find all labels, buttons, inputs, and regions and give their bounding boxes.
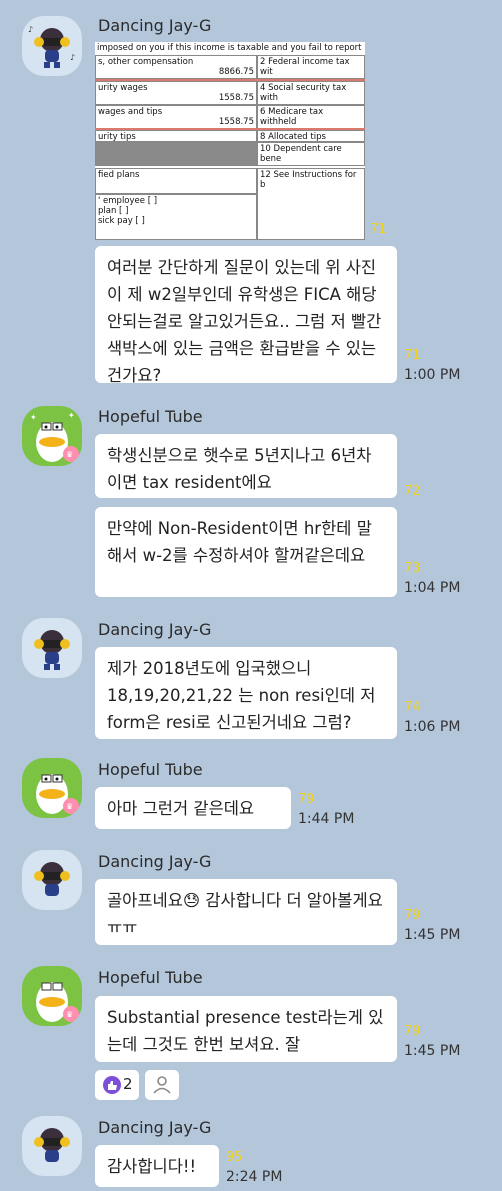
w2-box-8: 8 Allocated tips <box>257 130 365 142</box>
sender-name: Dancing Jay-G <box>98 852 212 871</box>
thumbs-up-icon <box>103 1076 121 1094</box>
w2-box-11: fied plans <box>95 168 257 194</box>
svg-text:✦: ✦ <box>68 411 75 420</box>
avatar-dancing-jay-g[interactable] <box>22 618 82 678</box>
sender-name: Hopeful Tube <box>98 407 203 426</box>
w2-box-3: urity wages 1558.75 <box>95 81 257 105</box>
dancing-character-icon <box>34 862 70 896</box>
box-value: 1558.75 <box>218 93 254 103</box>
w2-box-7: urity tips <box>95 130 257 142</box>
box-label: 2 Federal income tax wit <box>260 57 350 77</box>
avatar-dancing-jay-g[interactable]: ♪ ♪ <box>22 16 82 76</box>
dancing-character-icon <box>34 1128 70 1162</box>
sender-name: Hopeful Tube <box>98 760 203 779</box>
box-label: s, other compensation <box>98 57 194 67</box>
unread-count: 71 <box>370 222 387 237</box>
dancing-character-icon <box>34 630 70 670</box>
reaction-badge[interactable]: 2 <box>95 1070 139 1100</box>
box-value: 8866.75 <box>218 67 254 77</box>
svg-text:✦: ✦ <box>30 413 37 422</box>
svg-text:♛: ♛ <box>66 1010 73 1019</box>
message-time: 1:44 PM <box>298 811 355 827</box>
box-line: ' employee [ ] <box>98 196 158 206</box>
sender-name: Dancing Jay-G <box>98 620 212 639</box>
unread-count: 72 <box>404 484 421 499</box>
duck-character-icon: ♛ <box>36 982 79 1022</box>
photo-header: imposed on you if this income is taxable… <box>97 43 362 53</box>
message-bubble[interactable]: 골아프네요😓 감사합니다 더 알아볼게요 ㅠㅠ <box>95 879 397 945</box>
box-label: urity wages <box>98 83 148 93</box>
box-line: sick pay [ ] <box>98 216 145 226</box>
avatar-dancing-jay-g[interactable] <box>22 1116 82 1176</box>
unread-count: 79 <box>404 908 421 923</box>
duck-character-icon: ♛ <box>36 774 79 814</box>
sender-name: Dancing Jay-G <box>98 1118 212 1137</box>
w2-box-12: 12 See Instructions for b <box>257 168 365 240</box>
message-time: 1:00 PM <box>404 367 461 383</box>
svg-text:♛: ♛ <box>66 450 73 459</box>
message-bubble[interactable]: 제가 2018년도에 입국했으니 18,19,20,21,22 는 non re… <box>95 647 397 739</box>
sender-name: Hopeful Tube <box>98 968 203 987</box>
avatar-hopeful-tube[interactable]: ✦ ✦ ♛ <box>22 406 82 466</box>
avatar-dancing-jay-g[interactable] <box>22 850 82 910</box>
w2-photo[interactable]: imposed on you if this income is taxable… <box>95 42 365 240</box>
box-label: fied plans <box>98 170 140 180</box>
avatar-hopeful-tube[interactable]: ♛ <box>22 758 82 818</box>
unread-count: 74 <box>404 700 421 715</box>
unread-count: 73 <box>404 561 421 576</box>
unread-count: 79 <box>404 1024 421 1039</box>
w2-box-4: 4 Social security tax with <box>257 81 365 105</box>
message-bubble[interactable]: 학생신분으로 햇수로 5년지나고 6년차이면 tax resident에요 <box>95 434 397 498</box>
w2-box-9 <box>95 142 257 166</box>
w2-box-2: 2 Federal income tax wit <box>257 55 365 79</box>
box-label: 4 Social security tax with <box>260 83 347 103</box>
box-label: 12 See Instructions for b <box>260 170 357 190</box>
svg-text:♛: ♛ <box>66 802 73 811</box>
box-label: urity tips <box>98 132 136 142</box>
message-time: 1:04 PM <box>404 580 461 596</box>
unread-count: 79 <box>298 792 315 807</box>
box-label: wages and tips <box>98 107 163 117</box>
unread-count: 71 <box>404 348 421 363</box>
duck-character-icon: ✦ ✦ ♛ <box>30 411 79 462</box>
message-time: 1:45 PM <box>404 1043 461 1059</box>
box-line: plan [ ] <box>98 206 129 216</box>
unread-count: 95 <box>226 1150 243 1165</box>
svg-text:♪: ♪ <box>70 53 75 62</box>
box-label: 8 Allocated tips <box>260 132 326 142</box>
w2-box-5: wages and tips 1558.75 <box>95 105 257 129</box>
reaction-count: 2 <box>123 1075 133 1093</box>
box-value: 1558.75 <box>218 117 254 127</box>
message-bubble[interactable]: Substantial presence test라는게 있는데 그것도 한번 … <box>95 996 397 1062</box>
message-bubble[interactable]: 감사합니다!! <box>95 1145 219 1187</box>
box-label: 10 Dependent care bene <box>260 144 342 164</box>
avatar-hopeful-tube[interactable]: ♛ <box>22 966 82 1026</box>
sender-name: Dancing Jay-G <box>98 16 212 35</box>
w2-box-1: s, other compensation 8866.75 <box>95 55 257 79</box>
message-time: 1:06 PM <box>404 719 461 735</box>
w2-box-13: ' employee [ ] plan [ ] sick pay [ ] <box>95 194 257 240</box>
add-reaction-button[interactable] <box>145 1070 179 1100</box>
svg-text:♪: ♪ <box>28 25 33 34</box>
w2-box-6: 6 Medicare tax withheld <box>257 105 365 129</box>
dancing-character-icon: ♪ ♪ <box>28 25 75 68</box>
message-time: 1:45 PM <box>404 927 461 943</box>
message-bubble[interactable]: 아마 그런거 같은데요 <box>95 787 291 829</box>
box-label: 6 Medicare tax withheld <box>260 107 324 127</box>
message-time: 2:24 PM <box>226 1169 283 1185</box>
person-icon <box>153 1076 171 1094</box>
message-bubble[interactable]: 만약에 Non-Resident이면 hr한테 말해서 w-2를 수정하셔야 할… <box>95 507 397 597</box>
message-bubble[interactable]: 여러분 간단하게 질문이 있는데 위 사진이 제 w2일부인데 유학생은 FIC… <box>95 246 397 385</box>
w2-box-10: 10 Dependent care bene <box>257 142 365 166</box>
